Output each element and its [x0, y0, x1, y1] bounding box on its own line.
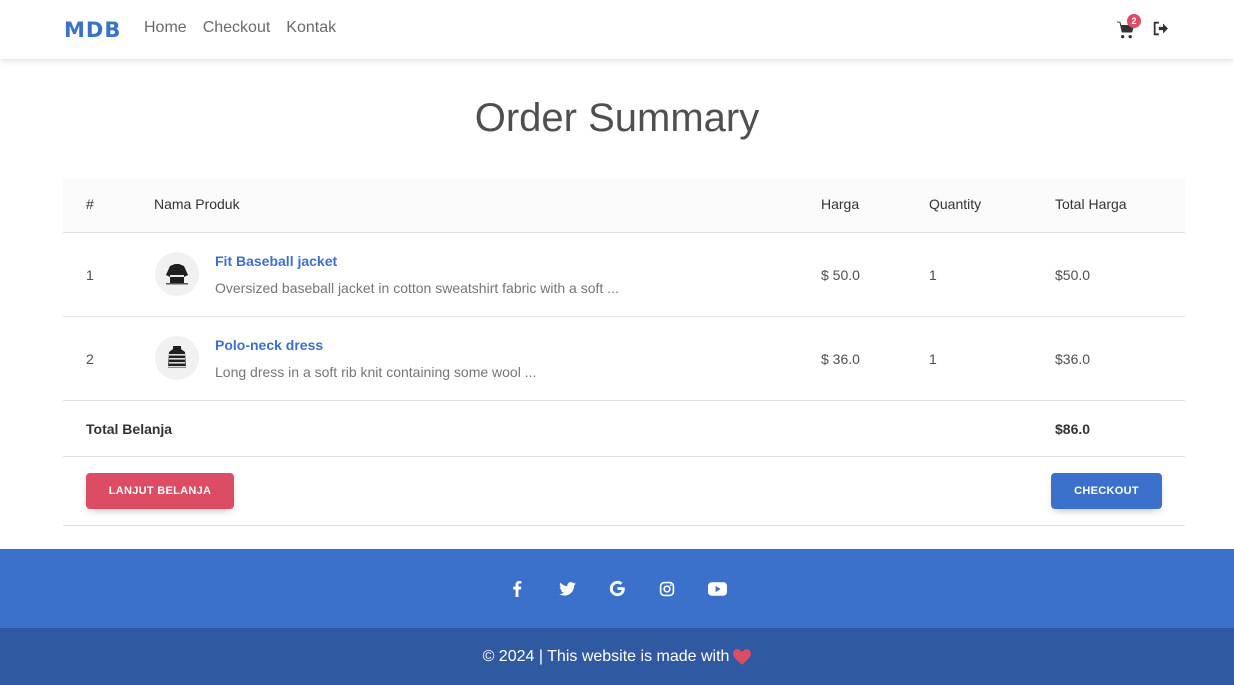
copyright-text: © 2024 | This website is made with: [482, 647, 730, 665]
action-row: LANJUT BELANJA CHECKOUT: [63, 457, 1185, 526]
header-total: Total Harga: [1055, 196, 1127, 212]
youtube-icon[interactable]: [706, 578, 728, 600]
product-name-link[interactable]: Fit Baseball jacket: [215, 253, 337, 269]
total-label: Total Belanja: [86, 421, 173, 437]
nav-link-home[interactable]: Home: [144, 19, 187, 37]
total-row: Total Belanja $86.0: [63, 401, 1185, 457]
product-quantity: 1: [929, 267, 937, 283]
heart-icon: [733, 648, 752, 665]
logout-button[interactable]: [1152, 16, 1172, 40]
total-value: $86.0: [1055, 421, 1091, 437]
footer-copyright: © 2024 | This website is made with: [0, 628, 1234, 685]
row-number: 1: [86, 267, 94, 283]
facebook-icon[interactable]: [506, 578, 528, 600]
twitter-icon[interactable]: [556, 578, 578, 600]
product-total: $50.0: [1055, 267, 1091, 283]
product-name-link[interactable]: Polo-neck dress: [215, 337, 323, 353]
row-number: 2: [86, 351, 94, 367]
product-image: [155, 336, 199, 380]
header-number: #: [86, 196, 94, 212]
footer-social-bar: [0, 549, 1234, 628]
order-table: # Nama Produk Harga Quantity Total Harga…: [63, 178, 1185, 526]
product-image: [155, 252, 199, 296]
product-quantity: 1: [929, 351, 937, 367]
table-header: # Nama Produk Harga Quantity Total Harga: [63, 178, 1185, 233]
header-price: Harga: [821, 196, 860, 212]
product-description: Long dress in a soft rib knit containing…: [215, 364, 537, 380]
cart-button[interactable]: 2: [1116, 14, 1141, 40]
product-description: Oversized baseball jacket in cotton swea…: [215, 280, 619, 296]
nav-link-kontak[interactable]: Kontak: [286, 19, 336, 37]
nav-links: Home Checkout Kontak: [144, 19, 336, 37]
nav-link-checkout[interactable]: Checkout: [203, 19, 271, 37]
sign-out-icon: [1153, 21, 1168, 35]
brand-logo[interactable]: MDB: [64, 18, 121, 42]
product-price: $ 36.0: [821, 351, 860, 367]
header-product: Nama Produk: [154, 196, 240, 212]
table-row: 2 Polo-neck dress Long dress in a soft r…: [63, 317, 1185, 401]
product-total: $36.0: [1055, 351, 1091, 367]
table-row: 1 Fit Baseball jacket Oversized baseball…: [63, 233, 1185, 317]
nav-actions: 2: [1116, 14, 1172, 40]
instagram-icon[interactable]: [656, 578, 678, 600]
brand-text: MDB: [64, 18, 122, 42]
continue-shopping-button[interactable]: LANJUT BELANJA: [86, 473, 234, 509]
product-price: $ 50.0: [821, 267, 860, 283]
page-title: Order Summary: [474, 96, 760, 140]
google-icon[interactable]: [606, 578, 628, 600]
cart-count-badge: 2: [1127, 14, 1141, 28]
header-quantity: Quantity: [929, 196, 982, 212]
checkout-button[interactable]: CHECKOUT: [1051, 473, 1162, 509]
navbar: MDB Home Checkout Kontak 2: [0, 0, 1234, 59]
